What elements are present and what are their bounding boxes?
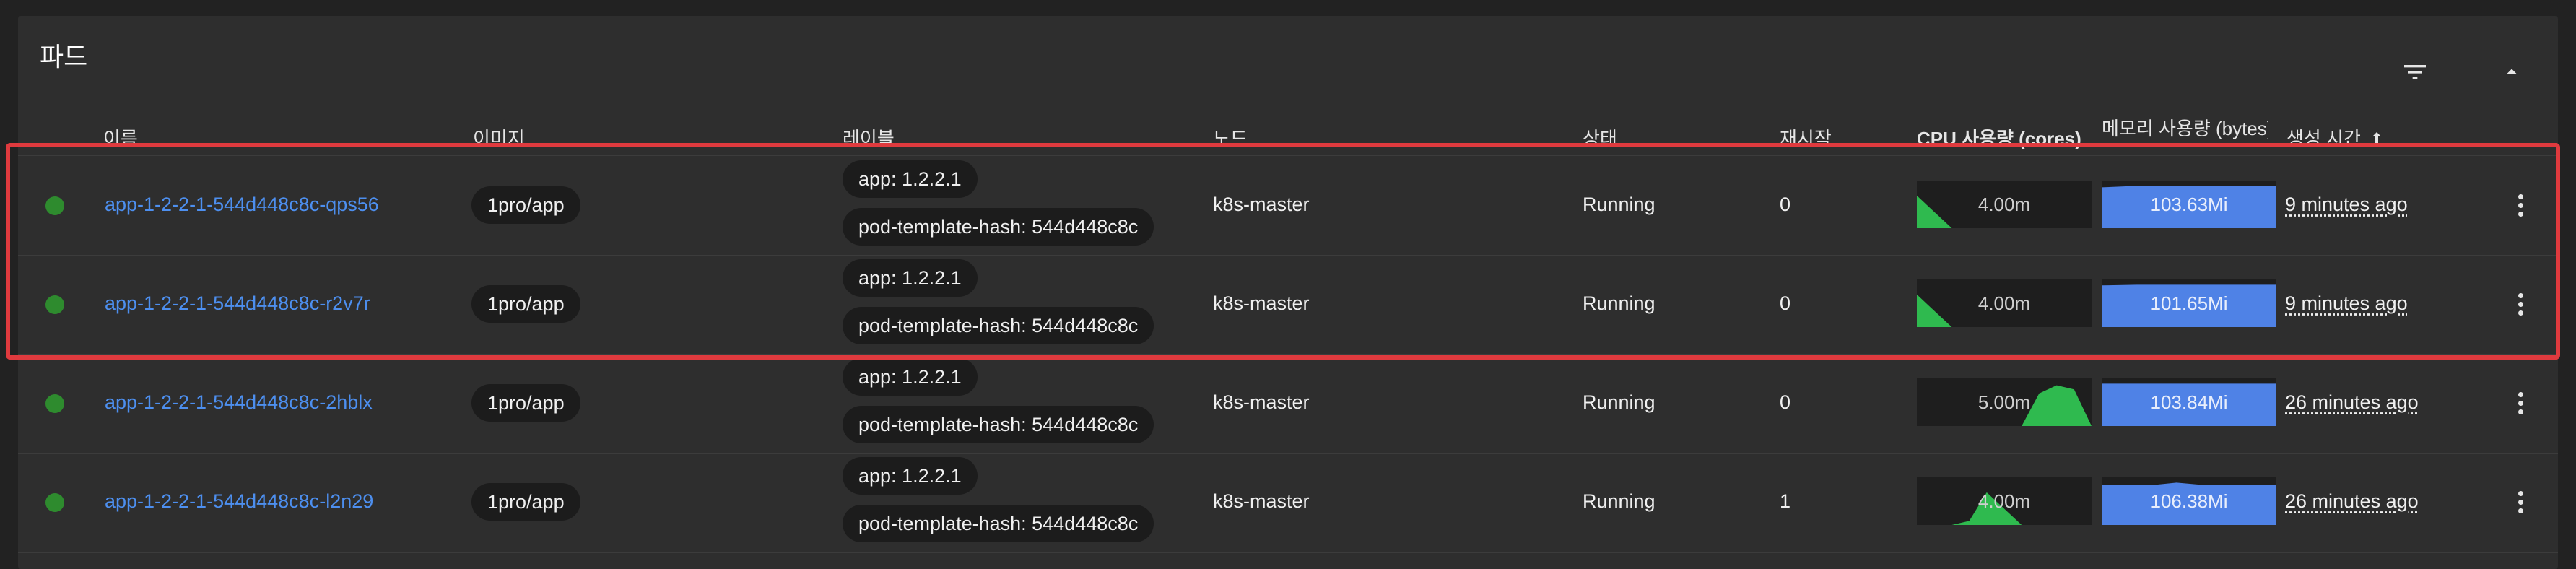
status-text: Running xyxy=(1583,490,1655,512)
label-chip: pod-template-hash: 544d448c8c xyxy=(843,307,1154,344)
node-name: k8s-master xyxy=(1213,194,1310,215)
label-chip: pod-template-hash: 544d448c8c xyxy=(843,406,1154,443)
restart-count: 0 xyxy=(1780,391,1791,413)
row-divider xyxy=(18,552,2558,553)
column-header-created[interactable]: 생성 시간 xyxy=(2286,124,2385,151)
table-row[interactable]: app-1-2-2-1-544d448c8c-qps56 1pro/app ap… xyxy=(18,156,2558,255)
image-chip: 1pro/app xyxy=(471,483,580,521)
label-chip: app: 1.2.2.1 xyxy=(843,160,978,198)
column-header-labels: 레이블 xyxy=(843,128,895,149)
cpu-value: 5.00m xyxy=(1977,391,2031,413)
section-title: 파드 xyxy=(40,42,88,71)
chevron-up-icon[interactable] xyxy=(2493,53,2531,91)
restart-count: 0 xyxy=(1780,292,1791,314)
cpu-sparkline: 4.00m xyxy=(1917,181,2092,228)
column-header-status[interactable]: 상태 xyxy=(1583,124,1617,151)
status-text: Running xyxy=(1583,292,1655,314)
more-vert-icon[interactable] xyxy=(2502,186,2539,224)
label-chip: pod-template-hash: 544d448c8c xyxy=(843,208,1154,246)
table-row[interactable]: app-1-2-2-1-544d448c8c-l2n29 1pro/app ap… xyxy=(18,453,2558,552)
pod-name-link[interactable]: app-1-2-2-1-544d448c8c-l2n29 xyxy=(105,490,373,513)
created-time: 9 minutes ago xyxy=(2285,292,2408,314)
column-header-memory: 메모리 사용량 (bytes) xyxy=(2102,118,2268,139)
memory-sparkline: 101.65Mi xyxy=(2102,279,2276,327)
column-header-restarts[interactable]: 재시작 xyxy=(1780,124,1832,151)
cpu-sparkline: 4.00m xyxy=(1917,477,2092,525)
restart-count: 1 xyxy=(1780,490,1791,512)
status-running-icon xyxy=(45,196,64,215)
status-running-icon xyxy=(45,394,64,413)
more-vert-icon[interactable] xyxy=(2502,483,2539,521)
memory-sparkline: 106.38Mi xyxy=(2102,477,2276,525)
pods-card: 파드 이름 이미지 레이블 노드 상태 재시작 CPU 사용량 (cores) … xyxy=(18,16,2558,569)
column-header-name[interactable]: 이름 xyxy=(103,124,138,151)
restart-count: 0 xyxy=(1780,194,1791,215)
more-vert-icon[interactable] xyxy=(2502,285,2539,323)
status-text: Running xyxy=(1583,194,1655,215)
node-name: k8s-master xyxy=(1213,490,1310,512)
image-chip: 1pro/app xyxy=(471,285,580,323)
status-text: Running xyxy=(1583,391,1655,413)
memory-value: 106.38Mi xyxy=(2150,490,2228,512)
label-chip: app: 1.2.2.1 xyxy=(843,358,978,396)
cpu-value: 4.00m xyxy=(1977,490,2031,512)
pod-name-link[interactable]: app-1-2-2-1-544d448c8c-2hblx xyxy=(105,391,373,414)
column-header-created-label: 생성 시간 xyxy=(2286,128,2361,149)
cpu-sparkline: 4.00m xyxy=(1917,279,2092,327)
cpu-sparkline: 5.00m xyxy=(1917,378,2092,426)
node-name: k8s-master xyxy=(1213,292,1310,314)
table-row[interactable]: app-1-2-2-1-544d448c8c-2hblx 1pro/app ap… xyxy=(18,354,2558,453)
more-vert-icon[interactable] xyxy=(2502,384,2539,422)
created-time: 26 minutes ago xyxy=(2285,490,2419,512)
memory-value: 103.84Mi xyxy=(2150,391,2228,413)
column-header-cpu: CPU 사용량 (cores) xyxy=(1917,128,2081,149)
cpu-value: 4.00m xyxy=(1977,292,2031,314)
filter-icon[interactable] xyxy=(2396,53,2434,91)
column-header-node[interactable]: 노드 xyxy=(1213,124,1248,151)
arrow-up-icon xyxy=(2372,131,2381,144)
label-chip: app: 1.2.2.1 xyxy=(843,259,978,297)
memory-value: 101.65Mi xyxy=(2150,292,2228,314)
memory-sparkline: 103.84Mi xyxy=(2102,378,2276,426)
status-running-icon xyxy=(45,493,64,512)
node-name: k8s-master xyxy=(1213,391,1310,413)
label-chip: app: 1.2.2.1 xyxy=(843,457,978,495)
cpu-value: 4.00m xyxy=(1977,194,2031,215)
pod-name-link[interactable]: app-1-2-2-1-544d448c8c-r2v7r xyxy=(105,292,370,315)
memory-sparkline: 103.63Mi xyxy=(2102,181,2276,228)
created-time: 26 minutes ago xyxy=(2285,391,2419,413)
status-running-icon xyxy=(45,295,64,314)
table-row[interactable]: app-1-2-2-1-544d448c8c-r2v7r 1pro/app ap… xyxy=(18,255,2558,354)
memory-value: 103.63Mi xyxy=(2150,194,2228,215)
image-chip: 1pro/app xyxy=(471,186,580,224)
column-header-image: 이미지 xyxy=(473,128,525,149)
image-chip: 1pro/app xyxy=(471,384,580,422)
pod-name-link[interactable]: app-1-2-2-1-544d448c8c-qps56 xyxy=(105,194,379,216)
label-chip: pod-template-hash: 544d448c8c xyxy=(843,505,1154,542)
created-time: 9 minutes ago xyxy=(2285,194,2408,215)
